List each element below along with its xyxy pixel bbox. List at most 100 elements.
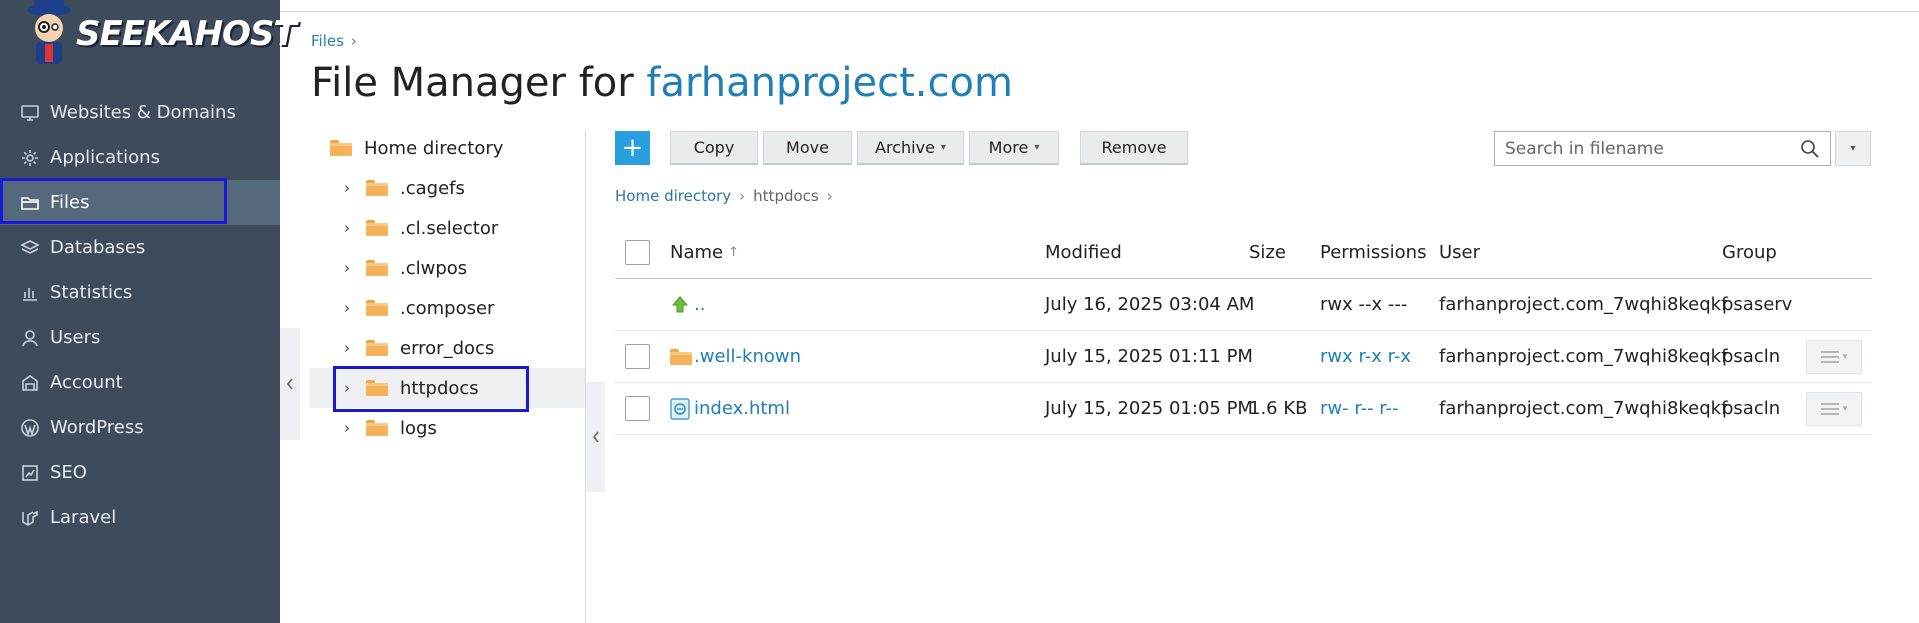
- tree-item-composer[interactable]: › .composer: [310, 288, 585, 328]
- chevron-down-icon: ▾: [1850, 143, 1856, 154]
- row-name-link[interactable]: ..: [694, 294, 705, 315]
- sidebar-item-label: Statistics: [50, 282, 133, 303]
- row-size: 1.6 KB: [1249, 398, 1308, 419]
- header-modified[interactable]: Modified: [1045, 227, 1122, 278]
- archive-dropdown-button[interactable]: Archive ▾: [857, 131, 964, 165]
- select-all-checkbox[interactable]: [625, 240, 650, 265]
- row-user: farhanproject.com_7wqhi8keqkf: [1439, 294, 1728, 315]
- sidebar-item-label: Websites & Domains: [50, 102, 236, 123]
- row-actions-cell: ▾: [1806, 331, 1862, 382]
- account-icon: [20, 373, 40, 393]
- row-actions-cell: ▾: [1806, 383, 1862, 434]
- sidebar-item-files[interactable]: Files: [0, 180, 280, 225]
- row-permissions-link[interactable]: rw- r-- r--: [1320, 383, 1399, 434]
- header-name[interactable]: Name ↑: [670, 227, 739, 278]
- parent-directory-icon: [671, 295, 689, 312]
- sidebar-item-users[interactable]: Users: [0, 315, 280, 360]
- tree-item-httpdocs[interactable]: › httpdocs: [310, 368, 585, 408]
- sidebar-item-websites-domains[interactable]: Websites & Domains: [0, 90, 280, 135]
- row-group: psaserv: [1722, 294, 1793, 315]
- remove-button[interactable]: Remove: [1080, 131, 1188, 165]
- chevron-down-icon: ▾: [940, 142, 946, 153]
- page-title: File Manager for farhanproject.com: [311, 60, 1013, 106]
- chevron-right-icon[interactable]: ›: [340, 379, 354, 397]
- chevron-down-icon: ▾: [1034, 142, 1040, 153]
- header-user[interactable]: User: [1439, 227, 1480, 278]
- seo-icon: [20, 463, 40, 483]
- laravel-icon: [20, 508, 40, 528]
- html-file-icon: [670, 397, 690, 420]
- search-input[interactable]: [1505, 138, 1785, 159]
- sidebar-item-laravel[interactable]: Laravel: [0, 495, 280, 540]
- folder-icon: [330, 140, 352, 156]
- bar-chart-icon: [20, 283, 40, 303]
- tree-item-cagefs[interactable]: › .cagefs: [310, 168, 585, 208]
- folder-icon: [366, 180, 388, 196]
- mascot-icon: [27, 0, 71, 64]
- tree-item-label: error_docs: [400, 337, 495, 359]
- sidebar-item-seo[interactable]: SEO: [0, 450, 280, 495]
- row-name-link[interactable]: .well-known: [694, 346, 801, 367]
- chevron-right-icon[interactable]: ›: [340, 259, 354, 277]
- chevron-right-icon[interactable]: ›: [340, 419, 354, 437]
- copy-button[interactable]: Copy: [670, 131, 758, 165]
- header-permissions[interactable]: Permissions: [1320, 227, 1426, 278]
- row-modified: July 16, 2025 03:04 AM: [1045, 294, 1255, 315]
- table-row[interactable]: index.html July 15, 2025 01:05 PM 1.6 KB…: [615, 383, 1872, 435]
- folder-icon: [366, 300, 388, 316]
- move-button[interactable]: Move: [763, 131, 852, 165]
- add-button[interactable]: +: [615, 131, 650, 165]
- row-actions-button[interactable]: ▾: [1806, 339, 1862, 374]
- table-row[interactable]: .. July 16, 2025 03:04 AM rwx --x --- fa…: [615, 279, 1872, 331]
- search-icon[interactable]: [1800, 139, 1820, 159]
- tree-item-label: logs: [400, 417, 437, 439]
- chevron-right-icon[interactable]: ›: [340, 179, 354, 197]
- folder-icon: [366, 420, 388, 436]
- header-group[interactable]: Group: [1722, 227, 1777, 278]
- header-size[interactable]: Size: [1249, 227, 1286, 278]
- row-permissions-link[interactable]: rwx r-x r-x: [1320, 331, 1411, 382]
- breadcrumb-files-link[interactable]: Files: [311, 32, 344, 50]
- row-name-cell: .well-known: [670, 331, 801, 382]
- copy-button-label: Copy: [693, 138, 735, 157]
- tree-collapse-button[interactable]: [586, 382, 605, 492]
- page-title-domain[interactable]: farhanproject.com: [646, 60, 1013, 106]
- chevron-right-icon[interactable]: ›: [340, 339, 354, 357]
- wordpress-icon: [20, 418, 40, 438]
- folder-icon: [20, 193, 40, 213]
- row-checkbox[interactable]: [625, 396, 650, 421]
- row-permissions: rwx --x ---: [1320, 294, 1408, 315]
- sidebar-item-wordpress[interactable]: WordPress: [0, 405, 280, 450]
- panel-divider: [585, 130, 586, 623]
- tree-item-home[interactable]: Home directory: [310, 128, 585, 168]
- more-button-label: More: [988, 138, 1029, 157]
- file-table: Name ↑ Modified Size Permissions User Gro…: [615, 227, 1872, 435]
- tree-item-logs[interactable]: › logs: [310, 408, 585, 448]
- breadcrumb-separator: ›: [350, 32, 357, 50]
- folder-icon: [366, 260, 388, 276]
- sidebar-item-applications[interactable]: Applications: [0, 135, 280, 180]
- tree-item-label: Home directory: [364, 137, 504, 159]
- row-actions-button[interactable]: ▾: [1806, 391, 1862, 426]
- chevron-right-icon[interactable]: ›: [340, 219, 354, 237]
- sidebar-item-account[interactable]: Account: [0, 360, 280, 405]
- sidebar: SEEKAHOST Websites & Domains Application…: [0, 0, 297, 623]
- folder-icon: [366, 220, 388, 236]
- row-select-cell: [625, 331, 650, 382]
- row-checkbox[interactable]: [625, 344, 650, 369]
- sidebar-item-label: Laravel: [50, 507, 117, 528]
- tree-item-cl-selector[interactable]: › .cl.selector: [310, 208, 585, 248]
- row-name-link[interactable]: index.html: [694, 398, 790, 419]
- more-dropdown-button[interactable]: More ▾: [969, 131, 1059, 165]
- path-home-link[interactable]: Home directory: [615, 187, 731, 205]
- tree-item-error-docs[interactable]: › error_docs: [310, 328, 585, 368]
- search-options-button[interactable]: ▾: [1835, 131, 1871, 166]
- sidebar-item-databases[interactable]: Databases: [0, 225, 280, 270]
- sidebar-collapse-button[interactable]: [280, 328, 300, 440]
- tree-item-clwpos[interactable]: › .clwpos: [310, 248, 585, 288]
- brand-logo[interactable]: SEEKAHOST: [26, 0, 297, 68]
- sidebar-item-statistics[interactable]: Statistics: [0, 270, 280, 315]
- table-row[interactable]: .well-known July 15, 2025 01:11 PM rwx r…: [615, 331, 1872, 383]
- chevron-right-icon[interactable]: ›: [340, 299, 354, 317]
- row-group: psacln: [1722, 346, 1781, 367]
